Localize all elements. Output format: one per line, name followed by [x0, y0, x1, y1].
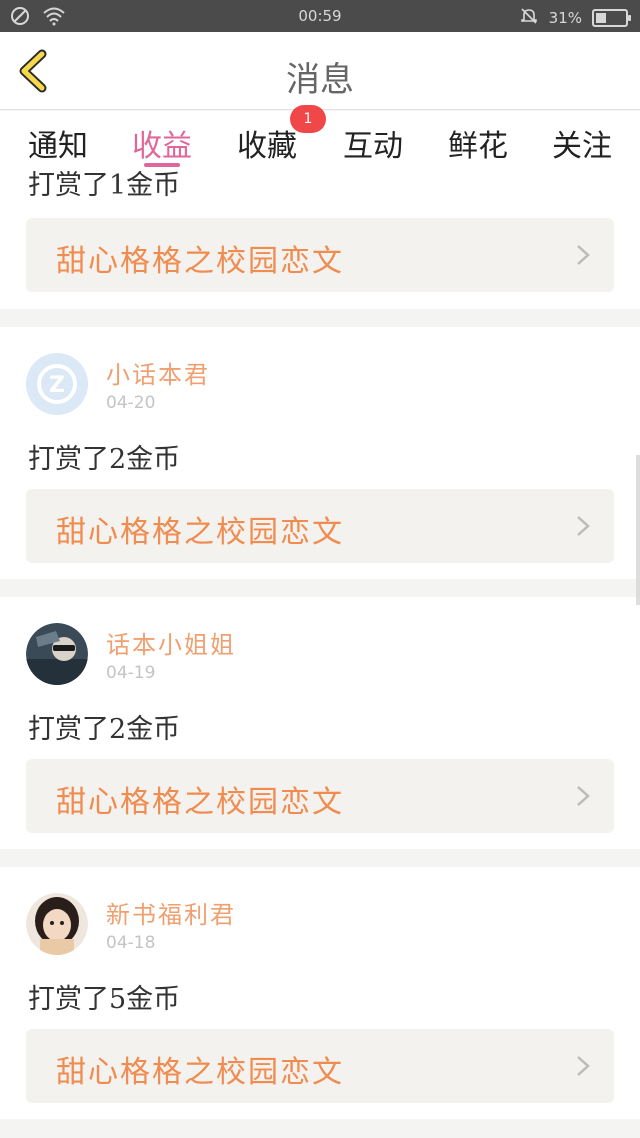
date: 04-20: [106, 393, 156, 413]
z-logo-avatar: Z: [26, 353, 88, 415]
page-title: 消息: [286, 60, 354, 100]
list-item: 话本小姐姐 04-19 打赏了2金币 甜心格格之校园恋文: [0, 597, 640, 849]
book-link[interactable]: 甜心格格之校园恋文: [26, 1029, 614, 1103]
avatar[interactable]: [26, 893, 88, 955]
chevron-right-icon: [577, 516, 590, 536]
chevron-right-icon: [577, 786, 590, 806]
book-title: 甜心格格之校园恋文: [56, 515, 344, 550]
avatar[interactable]: [26, 623, 88, 685]
svg-text:Z: Z: [49, 373, 65, 398]
book-title: 甜心格格之校园恋文: [56, 244, 344, 279]
mute-bell-icon: [519, 6, 539, 30]
earnings-feed[interactable]: 打赏了1金币 甜心格格之校园恋文 Z 小话本君 04-20 打赏了2金币 甜心格…: [0, 171, 640, 1138]
list-item: Z 小话本君 04-20 打赏了2金币 甜心格格之校园恋文: [0, 327, 640, 579]
photo-avatar: [26, 623, 88, 685]
avatar[interactable]: Z: [26, 353, 88, 415]
reward-text: 打赏了2金币: [28, 714, 181, 745]
tab-favorites[interactable]: 收藏: [237, 121, 297, 165]
reward-text: 打赏了2金币: [28, 444, 181, 475]
list-item: 打赏了1金币 甜心格格之校园恋文: [0, 171, 640, 309]
tab-notifications[interactable]: 通知: [28, 121, 88, 165]
book-link[interactable]: 甜心格格之校园恋文: [26, 218, 614, 292]
username[interactable]: 小话本君: [106, 355, 210, 390]
book-link[interactable]: 甜心格格之校园恋文: [26, 759, 614, 833]
tab-earnings[interactable]: 收益: [132, 121, 192, 165]
battery-icon: [592, 9, 631, 27]
book-title: 甜心格格之校园恋文: [56, 1055, 344, 1090]
active-tab-indicator: [144, 163, 180, 167]
book-link[interactable]: 甜心格格之校园恋文: [26, 489, 614, 563]
scrollbar[interactable]: [636, 455, 640, 605]
chevron-right-icon: [577, 245, 590, 265]
tab-interactions[interactable]: 互动: [343, 121, 403, 165]
tab-flowers[interactable]: 鲜花: [448, 121, 508, 165]
date: 04-19: [106, 663, 156, 683]
favorites-badge: 1: [290, 105, 326, 133]
girl-photo-avatar: [26, 893, 88, 955]
battery-percent: 31%: [548, 9, 582, 27]
status-bar: 00:59 31%: [0, 0, 640, 32]
header: 消息: [0, 32, 640, 110]
list-item: 新书福利君 04-18 打赏了5金币 甜心格格之校园恋文: [0, 867, 640, 1119]
username[interactable]: 新书福利君: [106, 895, 236, 930]
tab-following[interactable]: 关注: [552, 121, 612, 165]
reward-text: 打赏了1金币: [28, 171, 181, 201]
tab-bar: 通知 收益 收藏 1 互动 鲜花 关注: [0, 105, 640, 171]
date: 04-18: [106, 933, 156, 953]
book-title: 甜心格格之校园恋文: [56, 785, 344, 820]
reward-text: 打赏了5金币: [28, 984, 181, 1015]
username[interactable]: 话本小姐姐: [106, 625, 236, 660]
chevron-right-icon: [577, 1056, 590, 1076]
